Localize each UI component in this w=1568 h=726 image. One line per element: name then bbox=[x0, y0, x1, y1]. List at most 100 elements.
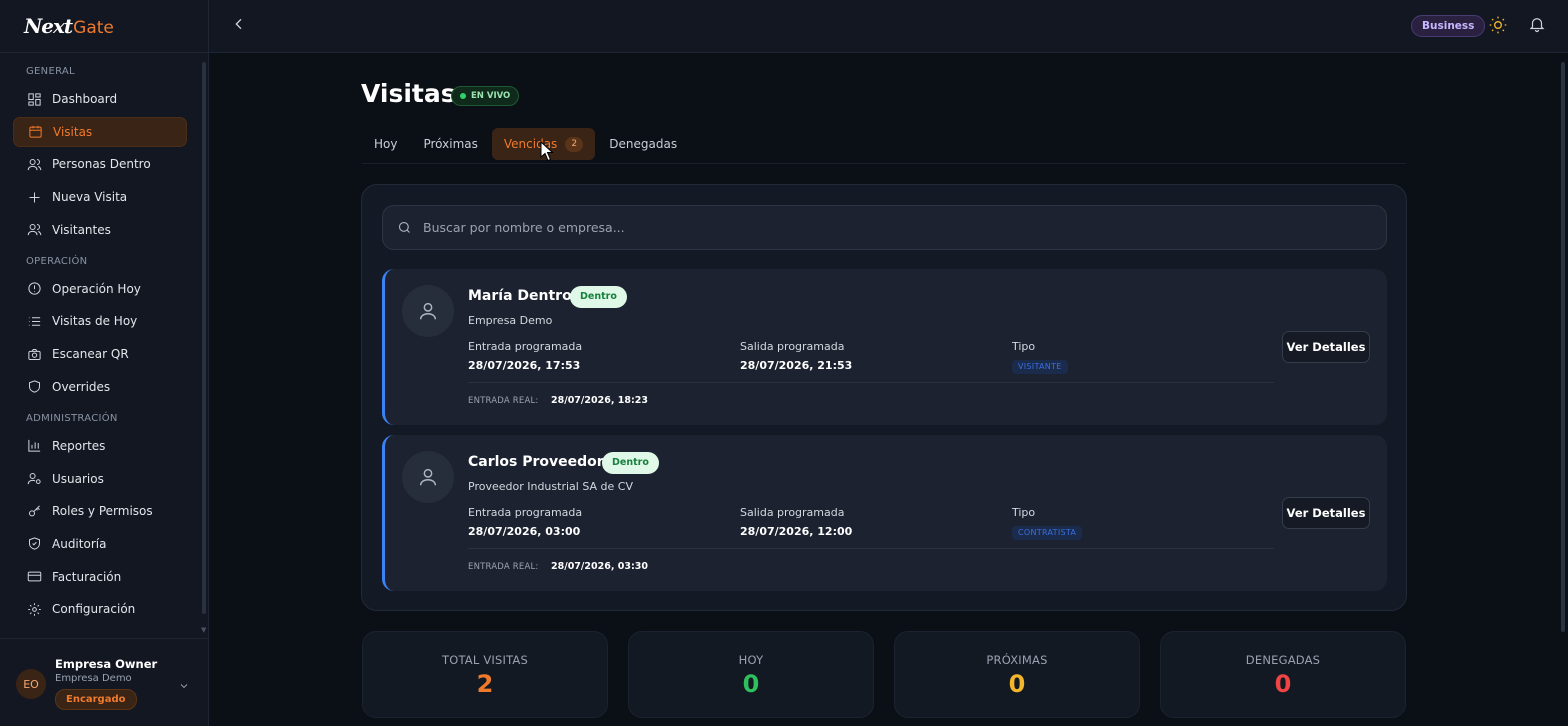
ver-detalles-button[interactable]: Ver Detalles bbox=[1282, 497, 1370, 529]
scroll-down-icon[interactable]: ▼ bbox=[201, 626, 206, 634]
card-divider bbox=[468, 382, 1274, 383]
sidebar-item-visitas-de-hoy[interactable]: Visitas de Hoy bbox=[13, 306, 187, 336]
sidebar-item-visitas[interactable]: Visitas bbox=[13, 116, 187, 147]
sidebar-item-overrides[interactable]: Overrides bbox=[13, 372, 187, 402]
chevron-left-icon[interactable] bbox=[231, 16, 251, 36]
search-input[interactable] bbox=[423, 206, 1363, 249]
shield-check-icon bbox=[26, 536, 42, 552]
user-icon bbox=[402, 451, 454, 503]
nav-section-administracion: ADMINISTRACIÓN bbox=[26, 412, 118, 424]
visitor-name: Carlos Proveedor bbox=[468, 454, 604, 470]
sidebar-item-facturacion[interactable]: Facturación bbox=[13, 562, 187, 592]
avatar: EO bbox=[16, 669, 46, 699]
sidebar-item-personas-dentro[interactable]: Personas Dentro bbox=[13, 149, 187, 179]
salida-value: 28/07/2026, 12:00 bbox=[740, 525, 853, 538]
users-icon bbox=[26, 222, 42, 238]
sidebar-item-label: Auditoría bbox=[52, 536, 107, 551]
tab-denegadas[interactable]: Denegadas bbox=[597, 128, 689, 160]
visits-panel: María Dentro Dentro Empresa Demo Entrada… bbox=[361, 184, 1407, 611]
entrada-value: 28/07/2026, 03:00 bbox=[468, 525, 581, 538]
sidebar-item-dashboard[interactable]: Dashboard bbox=[13, 84, 187, 114]
shield-icon bbox=[26, 379, 42, 395]
live-dot-icon bbox=[460, 93, 466, 99]
sidebar-nav: GENERAL Dashboard Visitas Personas Dentr… bbox=[13, 60, 187, 627]
sidebar-item-visitantes[interactable]: Visitantes bbox=[13, 215, 187, 245]
role-badge: Encargado bbox=[55, 689, 137, 710]
entrada-real-label: ENTRADA REAL: bbox=[468, 562, 539, 572]
list-icon bbox=[26, 313, 42, 329]
entrada-real-label: ENTRADA REAL: bbox=[468, 396, 539, 406]
mouse-cursor-icon bbox=[540, 141, 554, 162]
sidebar-item-label: Dashboard bbox=[52, 92, 118, 106]
app-logo[interactable]: Next Gate bbox=[24, 14, 114, 42]
stat-value: 0 bbox=[742, 670, 760, 698]
nav-section-operacion: OPERACIÓN bbox=[26, 255, 88, 267]
stat-label: TOTAL VISITAS bbox=[442, 653, 528, 667]
sidebar-item-roles-permisos[interactable]: Roles y Permisos bbox=[13, 496, 187, 526]
sidebar-item-label: Visitantes bbox=[52, 222, 111, 237]
credit-card-icon bbox=[26, 569, 42, 585]
sidebar-item-usuarios[interactable]: Usuarios bbox=[13, 464, 187, 494]
sidebar-item-label: Visitas bbox=[53, 124, 93, 139]
main-scrollbar[interactable] bbox=[1561, 62, 1565, 632]
tab-hoy[interactable]: Hoy bbox=[362, 128, 409, 160]
sidebar-scrollbar[interactable] bbox=[202, 62, 206, 614]
tipo-label: Tipo bbox=[1012, 506, 1036, 519]
key-icon bbox=[26, 503, 42, 519]
stat-card-denegadas: DENEGADAS 0 bbox=[1160, 631, 1406, 718]
sidebar-item-auditoria[interactable]: Auditoría bbox=[13, 529, 187, 559]
sidebar-item-label: Configuración bbox=[52, 602, 136, 617]
sidebar-item-configuracion[interactable]: Configuración bbox=[13, 594, 187, 624]
plan-badge: Business bbox=[1411, 15, 1486, 37]
card-divider bbox=[468, 548, 1274, 549]
ver-detalles-button[interactable]: Ver Detalles bbox=[1282, 331, 1370, 363]
user-icon bbox=[402, 285, 454, 337]
tipo-label: Tipo bbox=[1012, 340, 1036, 353]
live-label: EN VIVO bbox=[471, 91, 511, 101]
sidebar-item-escanear-qr[interactable]: Escanear QR bbox=[13, 339, 187, 369]
stats-row: TOTAL VISITAS 2 HOY 0 PRÓXIMAS 0 DENEGAD… bbox=[362, 631, 1407, 726]
entrada-label: Entrada programada bbox=[468, 506, 583, 519]
salida-label: Salida programada bbox=[740, 506, 845, 519]
stat-label: PRÓXIMAS bbox=[986, 653, 1048, 667]
gear-icon bbox=[26, 601, 42, 617]
tab-proximas[interactable]: Próximas bbox=[411, 128, 489, 160]
visit-card: Carlos Proveedor Dentro Proveedor Indust… bbox=[382, 435, 1387, 591]
search-bar[interactable] bbox=[382, 205, 1387, 250]
stat-card-hoy: HOY 0 bbox=[628, 631, 874, 718]
sidebar-item-label: Overrides bbox=[52, 379, 111, 394]
sidebar-item-label: Nueva Visita bbox=[52, 190, 128, 205]
alert-circle-icon bbox=[26, 281, 42, 297]
sidebar-item-label: Reportes bbox=[52, 438, 106, 453]
tab-label: Denegadas bbox=[609, 137, 678, 151]
dashboard-icon bbox=[26, 91, 42, 107]
nav-section-general: GENERAL bbox=[26, 66, 75, 77]
sidebar-item-reportes[interactable]: Reportes bbox=[13, 431, 187, 461]
entrada-real-value: 28/07/2026, 18:23 bbox=[551, 395, 648, 406]
page-title: Visitas bbox=[361, 79, 456, 108]
bell-icon[interactable] bbox=[1528, 15, 1550, 37]
bar-chart-icon bbox=[26, 438, 42, 454]
entrada-real-value: 28/07/2026, 03:30 bbox=[551, 561, 648, 572]
top-bar: Business bbox=[209, 0, 1568, 53]
stat-card-proximas: PRÓXIMAS 0 bbox=[894, 631, 1140, 718]
sidebar: Next Gate GENERAL Dashboard Visitas Pers… bbox=[0, 0, 209, 726]
user-cog-icon bbox=[26, 471, 42, 487]
users-icon bbox=[26, 156, 42, 172]
sidebar-item-nueva-visita[interactable]: Nueva Visita bbox=[13, 182, 187, 212]
entrada-label: Entrada programada bbox=[468, 340, 583, 353]
user-company: Empresa Demo bbox=[55, 673, 132, 684]
sidebar-item-operacion-hoy[interactable]: Operación Hoy bbox=[13, 274, 187, 304]
stat-card-total: TOTAL VISITAS 2 bbox=[362, 631, 608, 718]
chevron-down-icon[interactable] bbox=[178, 677, 192, 691]
sun-icon[interactable] bbox=[1488, 15, 1510, 37]
stat-value: 0 bbox=[1008, 670, 1026, 698]
tab-label: Hoy bbox=[374, 137, 398, 151]
sidebar-item-label: Roles y Permisos bbox=[52, 504, 153, 519]
stat-value: 2 bbox=[476, 670, 494, 698]
user-menu[interactable]: EO Empresa Owner Empresa Demo Encargado bbox=[0, 638, 208, 726]
visit-tabs: Hoy Próximas Vencidas 2 Denegadas bbox=[362, 128, 691, 161]
sidebar-item-label: Usuarios bbox=[52, 471, 104, 486]
tipo-badge: CONTRATISTA bbox=[1012, 526, 1083, 540]
logo-gate: Gate bbox=[73, 18, 114, 38]
